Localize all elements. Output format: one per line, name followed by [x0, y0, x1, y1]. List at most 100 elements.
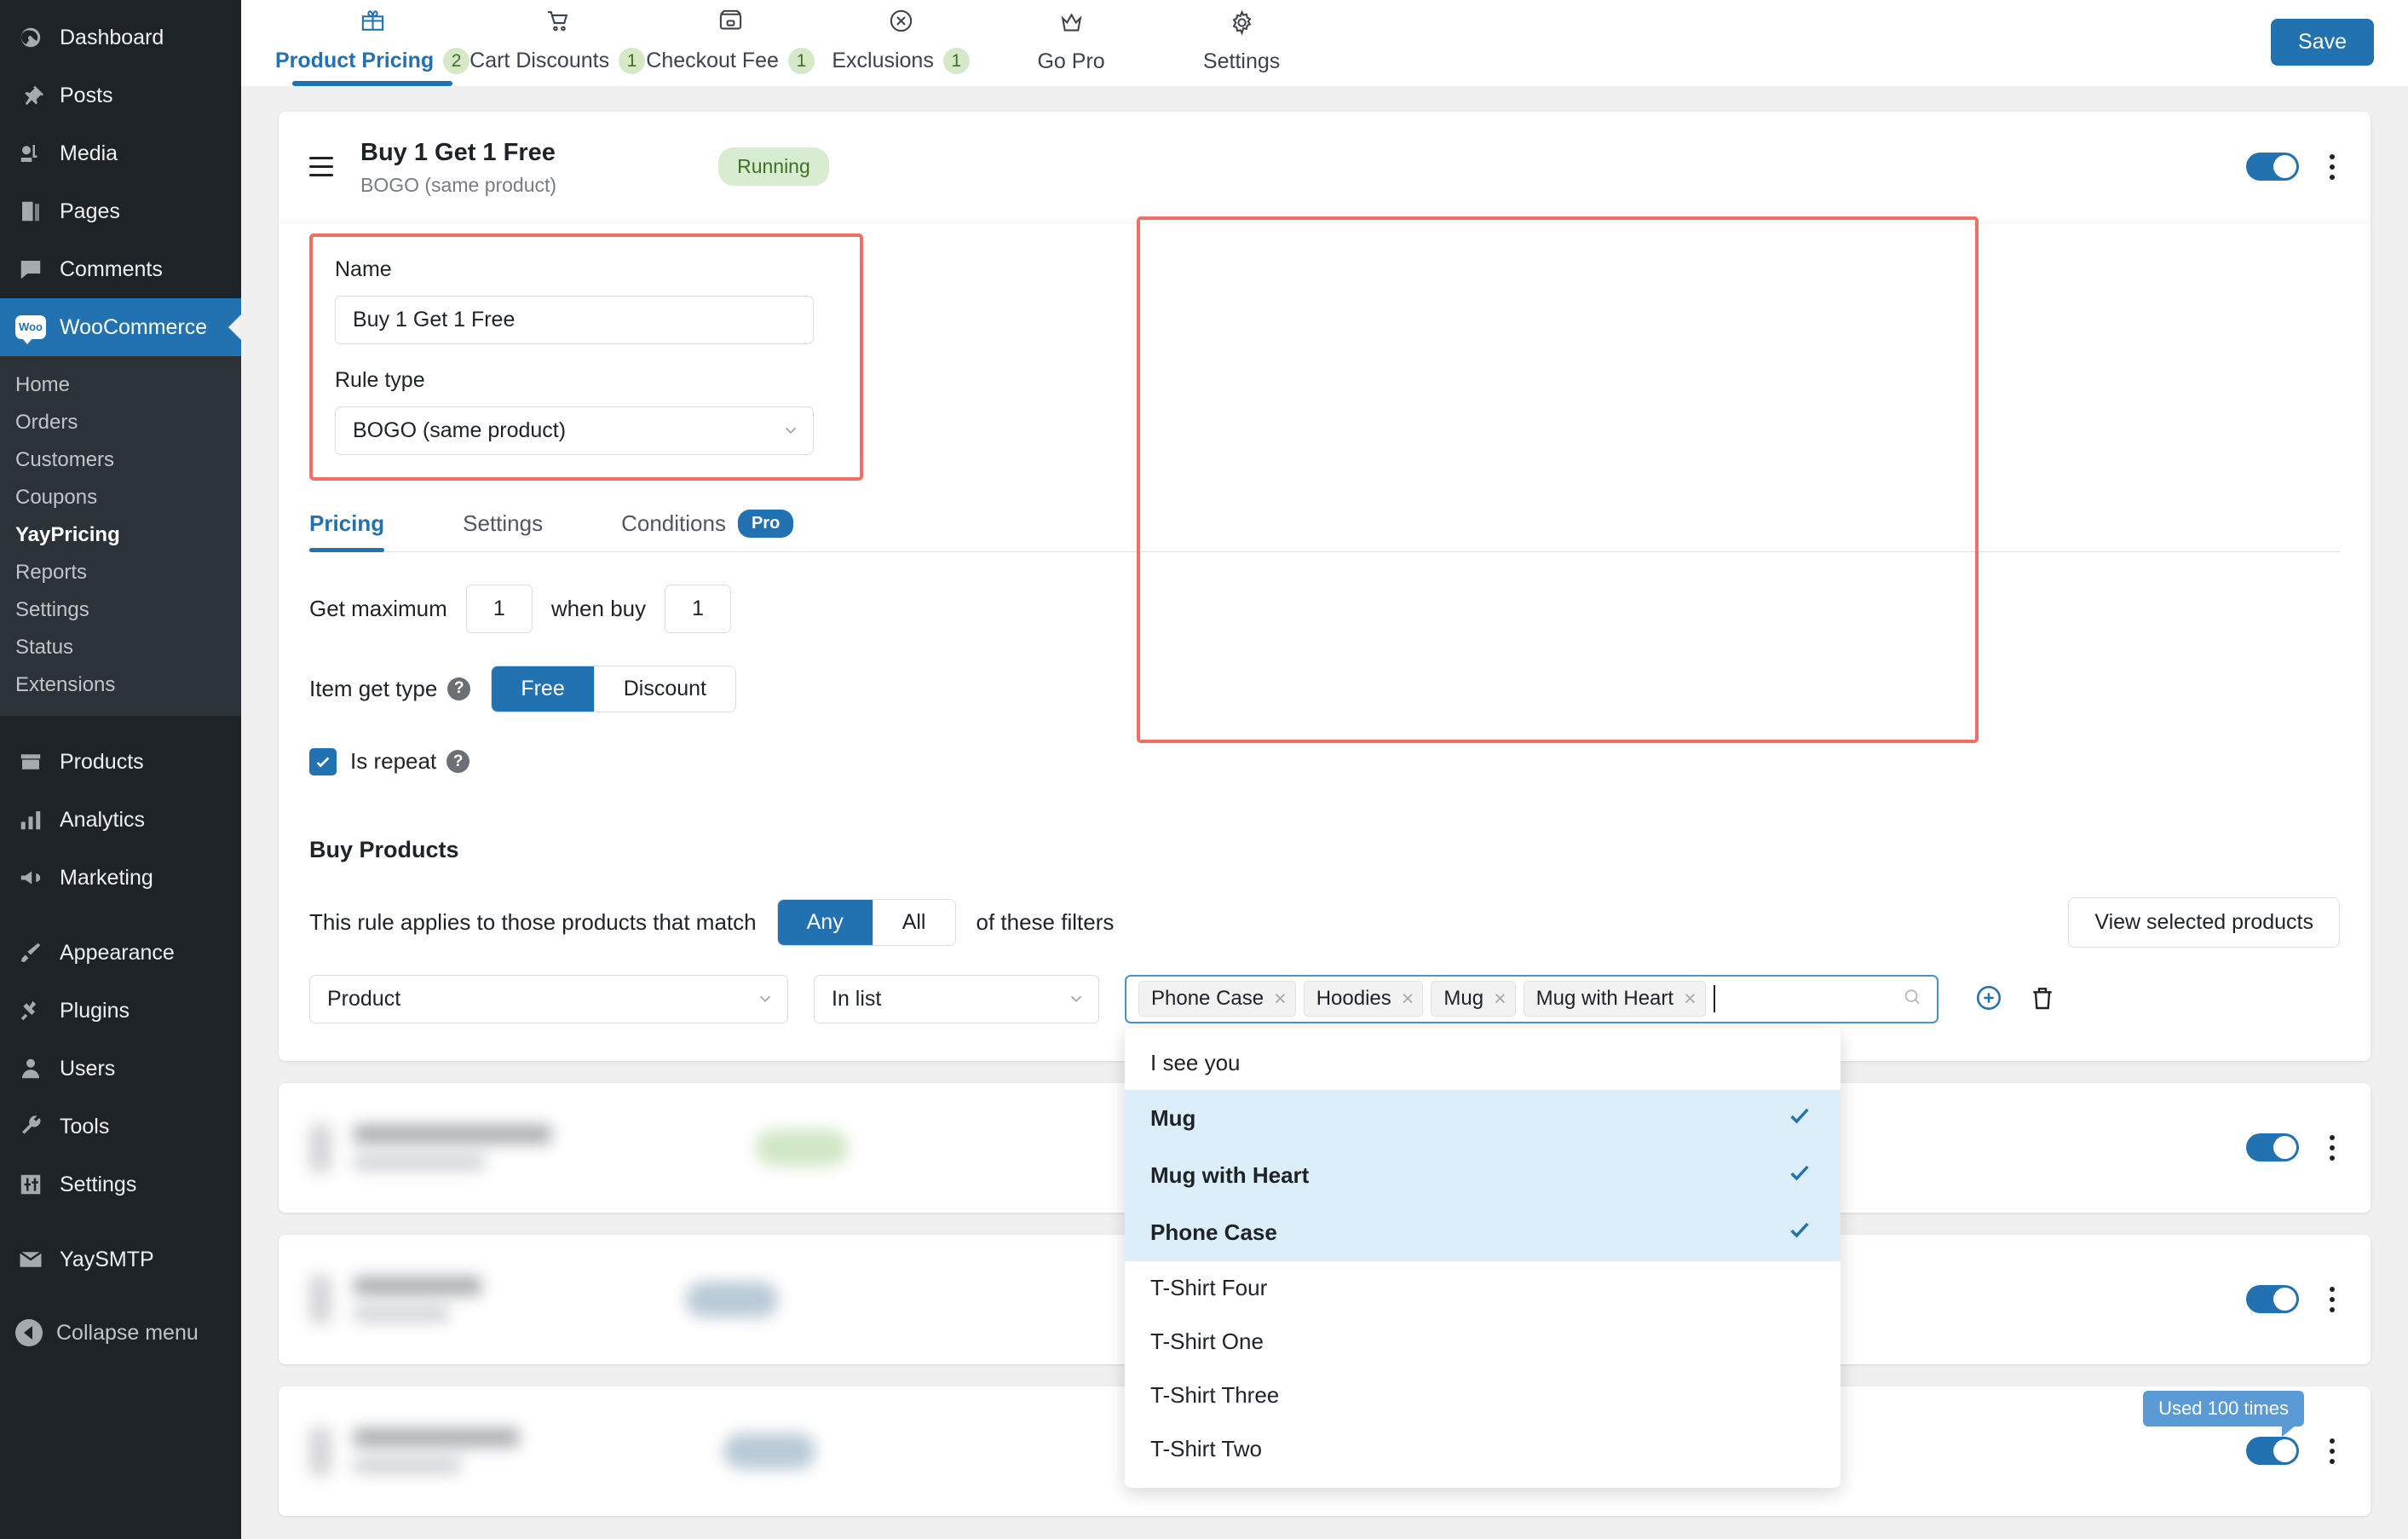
sidebar-item-yaysmtp[interactable]: YaySMTP	[0, 1231, 241, 1288]
add-filter-icon[interactable]	[1974, 983, 2003, 1012]
dropdown-option[interactable]: Mug with Heart	[1125, 1146, 1841, 1204]
sidebar-item-woocommerce[interactable]: Woo WooCommerce	[0, 298, 241, 356]
rule-more-menu-icon[interactable]	[2324, 149, 2340, 185]
inner-tab-settings[interactable]: Settings	[463, 510, 543, 551]
sidebar-item-products[interactable]: Products	[0, 733, 241, 791]
filter-field-select-wrap: Product	[309, 974, 788, 1023]
media-icon	[15, 138, 46, 169]
sidebar-item-media[interactable]: Media	[0, 124, 241, 182]
rule-type-select[interactable]: BOGO (same product)	[335, 406, 814, 455]
sidebar-top-group: Dashboard Posts Media Pages Comments Woo…	[0, 0, 241, 356]
rule-row-content-blurred	[309, 1123, 551, 1172]
sidebar-divider-1	[0, 716, 241, 733]
sidebar-item-plugins[interactable]: Plugins	[0, 982, 241, 1040]
sidebar-subitem-settings[interactable]: Settings	[0, 591, 241, 629]
sidebar-item-users[interactable]: Users	[0, 1040, 241, 1098]
inner-tab-conditions[interactable]: Conditions Pro	[621, 509, 794, 551]
help-icon[interactable]: ?	[447, 677, 471, 700]
is-repeat-checkbox[interactable]	[309, 747, 337, 775]
product-tags-input[interactable]: Phone Case × Hoodies × Mug × Mug with He…	[1125, 974, 1938, 1023]
sidebar-subitem-reports[interactable]: Reports	[0, 554, 241, 591]
dropdown-option[interactable]: Phone Case	[1125, 1203, 1841, 1261]
name-ruletype-highlight: Name Rule type BOGO (same product)	[309, 233, 863, 481]
sidebar-item-label: Plugins	[60, 999, 130, 1023]
tab-go-pro[interactable]: Go Pro	[986, 9, 1156, 86]
is-repeat-label: Is repeat	[350, 748, 437, 775]
item-get-type-option-discount[interactable]: Discount	[594, 666, 735, 712]
tab-settings[interactable]: Settings	[1156, 9, 1327, 86]
sidebar-subitem-home[interactable]: Home	[0, 366, 241, 404]
sidebar-subitem-customers[interactable]: Customers	[0, 441, 241, 479]
main-content: Product Pricing 2 Cart Discounts 1 Check…	[241, 0, 2408, 1539]
close-icon[interactable]: ×	[1684, 988, 1697, 1010]
drag-handle-icon[interactable]	[309, 157, 342, 177]
tab-checkout-fee[interactable]: Checkout Fee 1	[645, 8, 815, 86]
match-mode-any[interactable]: Any	[777, 899, 873, 945]
product-tag[interactable]: Phone Case ×	[1138, 981, 1296, 1017]
inner-tab-pricing[interactable]: Pricing	[309, 510, 385, 552]
delete-filter-icon[interactable]	[2029, 983, 2056, 1012]
rule-enable-toggle[interactable]	[2246, 1437, 2299, 1466]
rule-enable-toggle[interactable]	[2246, 153, 2299, 182]
tab-product-pricing[interactable]: Product Pricing 2	[275, 8, 470, 86]
match-mode-all[interactable]: All	[873, 899, 955, 945]
collapse-menu-button[interactable]: Collapse menu	[0, 1306, 241, 1360]
rule-more-menu-icon[interactable]	[2324, 1130, 2340, 1166]
item-get-type-row: Item get type ? Free Discount	[309, 665, 2340, 712]
top-tab-bar: Product Pricing 2 Cart Discounts 1 Check…	[241, 0, 2408, 86]
name-input[interactable]	[335, 295, 814, 344]
get-maximum-input[interactable]	[465, 584, 533, 633]
rule-enable-toggle[interactable]	[2246, 1133, 2299, 1162]
close-icon[interactable]: ×	[1274, 988, 1287, 1010]
usage-tooltip: Used 100 times	[2143, 1390, 2304, 1437]
sidebar-subitem-coupons[interactable]: Coupons	[0, 479, 241, 516]
dropdown-option[interactable]: I see you	[1125, 1036, 1841, 1090]
sidebar-subitem-yaypricing[interactable]: YayPricing	[0, 516, 241, 554]
rule-more-menu-icon[interactable]	[2324, 1282, 2340, 1317]
dropdown-option[interactable]: T-Shirt Four	[1125, 1261, 1841, 1315]
tab-cart-discounts[interactable]: Cart Discounts 1	[470, 8, 646, 86]
rule-enable-toggle[interactable]	[2246, 1285, 2299, 1314]
tab-badge: 2	[443, 48, 470, 74]
sidebar-item-comments[interactable]: Comments	[0, 240, 241, 298]
sidebar-item-analytics[interactable]: Analytics	[0, 791, 241, 849]
dropdown-option[interactable]: T-Shirt Two	[1125, 1422, 1841, 1476]
sidebar-item-posts[interactable]: Posts	[0, 66, 241, 124]
sidebar-item-label: Comments	[60, 257, 163, 281]
filter-operator-select[interactable]: In list	[814, 974, 1099, 1023]
dropdown-option[interactable]: Mug	[1125, 1089, 1841, 1147]
tab-label-row: Cart Discounts 1	[470, 48, 646, 74]
wp-admin-sidebar: Dashboard Posts Media Pages Comments Woo…	[0, 0, 241, 1539]
view-selected-products-button[interactable]: View selected products	[2068, 896, 2340, 948]
product-tag[interactable]: Mug with Heart ×	[1523, 981, 1706, 1017]
sidebar-item-appearance[interactable]: Appearance	[0, 924, 241, 982]
close-icon[interactable]: ×	[1494, 988, 1506, 1010]
close-icon[interactable]: ×	[1402, 988, 1414, 1010]
sidebar-subitem-orders[interactable]: Orders	[0, 404, 241, 441]
search-icon	[1903, 988, 1921, 1011]
sidebar-subitem-status[interactable]: Status	[0, 629, 241, 666]
product-tag[interactable]: Mug ×	[1431, 981, 1516, 1017]
sidebar-subitem-extensions[interactable]: Extensions	[0, 666, 241, 704]
dropdown-option[interactable]: T-Shirt One	[1125, 1315, 1841, 1369]
tab-badge: 1	[619, 48, 646, 74]
help-icon[interactable]: ?	[446, 750, 470, 774]
sidebar-item-tools[interactable]: Tools	[0, 1098, 241, 1156]
rule-row-actions	[2246, 1130, 2340, 1166]
when-buy-input[interactable]	[665, 584, 732, 633]
save-button[interactable]: Save	[2271, 19, 2374, 66]
check-icon	[1788, 1218, 1812, 1248]
filter-field-select[interactable]: Product	[309, 974, 788, 1023]
sidebar-item-marketing[interactable]: Marketing	[0, 849, 241, 907]
inner-tab-label: Settings	[463, 510, 544, 536]
sidebar-item-pages[interactable]: Pages	[0, 182, 241, 240]
dropdown-option[interactable]: T-Shirt Three	[1125, 1369, 1841, 1422]
rule-more-menu-icon[interactable]	[2324, 1433, 2340, 1469]
match-filter-line: This rule applies to those products that…	[309, 896, 2340, 948]
tab-exclusions[interactable]: Exclusions 1	[815, 8, 986, 86]
sidebar-item-settings[interactable]: Settings	[0, 1156, 241, 1213]
item-get-type-option-free[interactable]: Free	[492, 666, 595, 712]
sidebar-item-dashboard[interactable]: Dashboard	[0, 9, 241, 66]
x-circle-icon	[888, 8, 914, 40]
product-tag[interactable]: Hoodies ×	[1303, 981, 1424, 1017]
